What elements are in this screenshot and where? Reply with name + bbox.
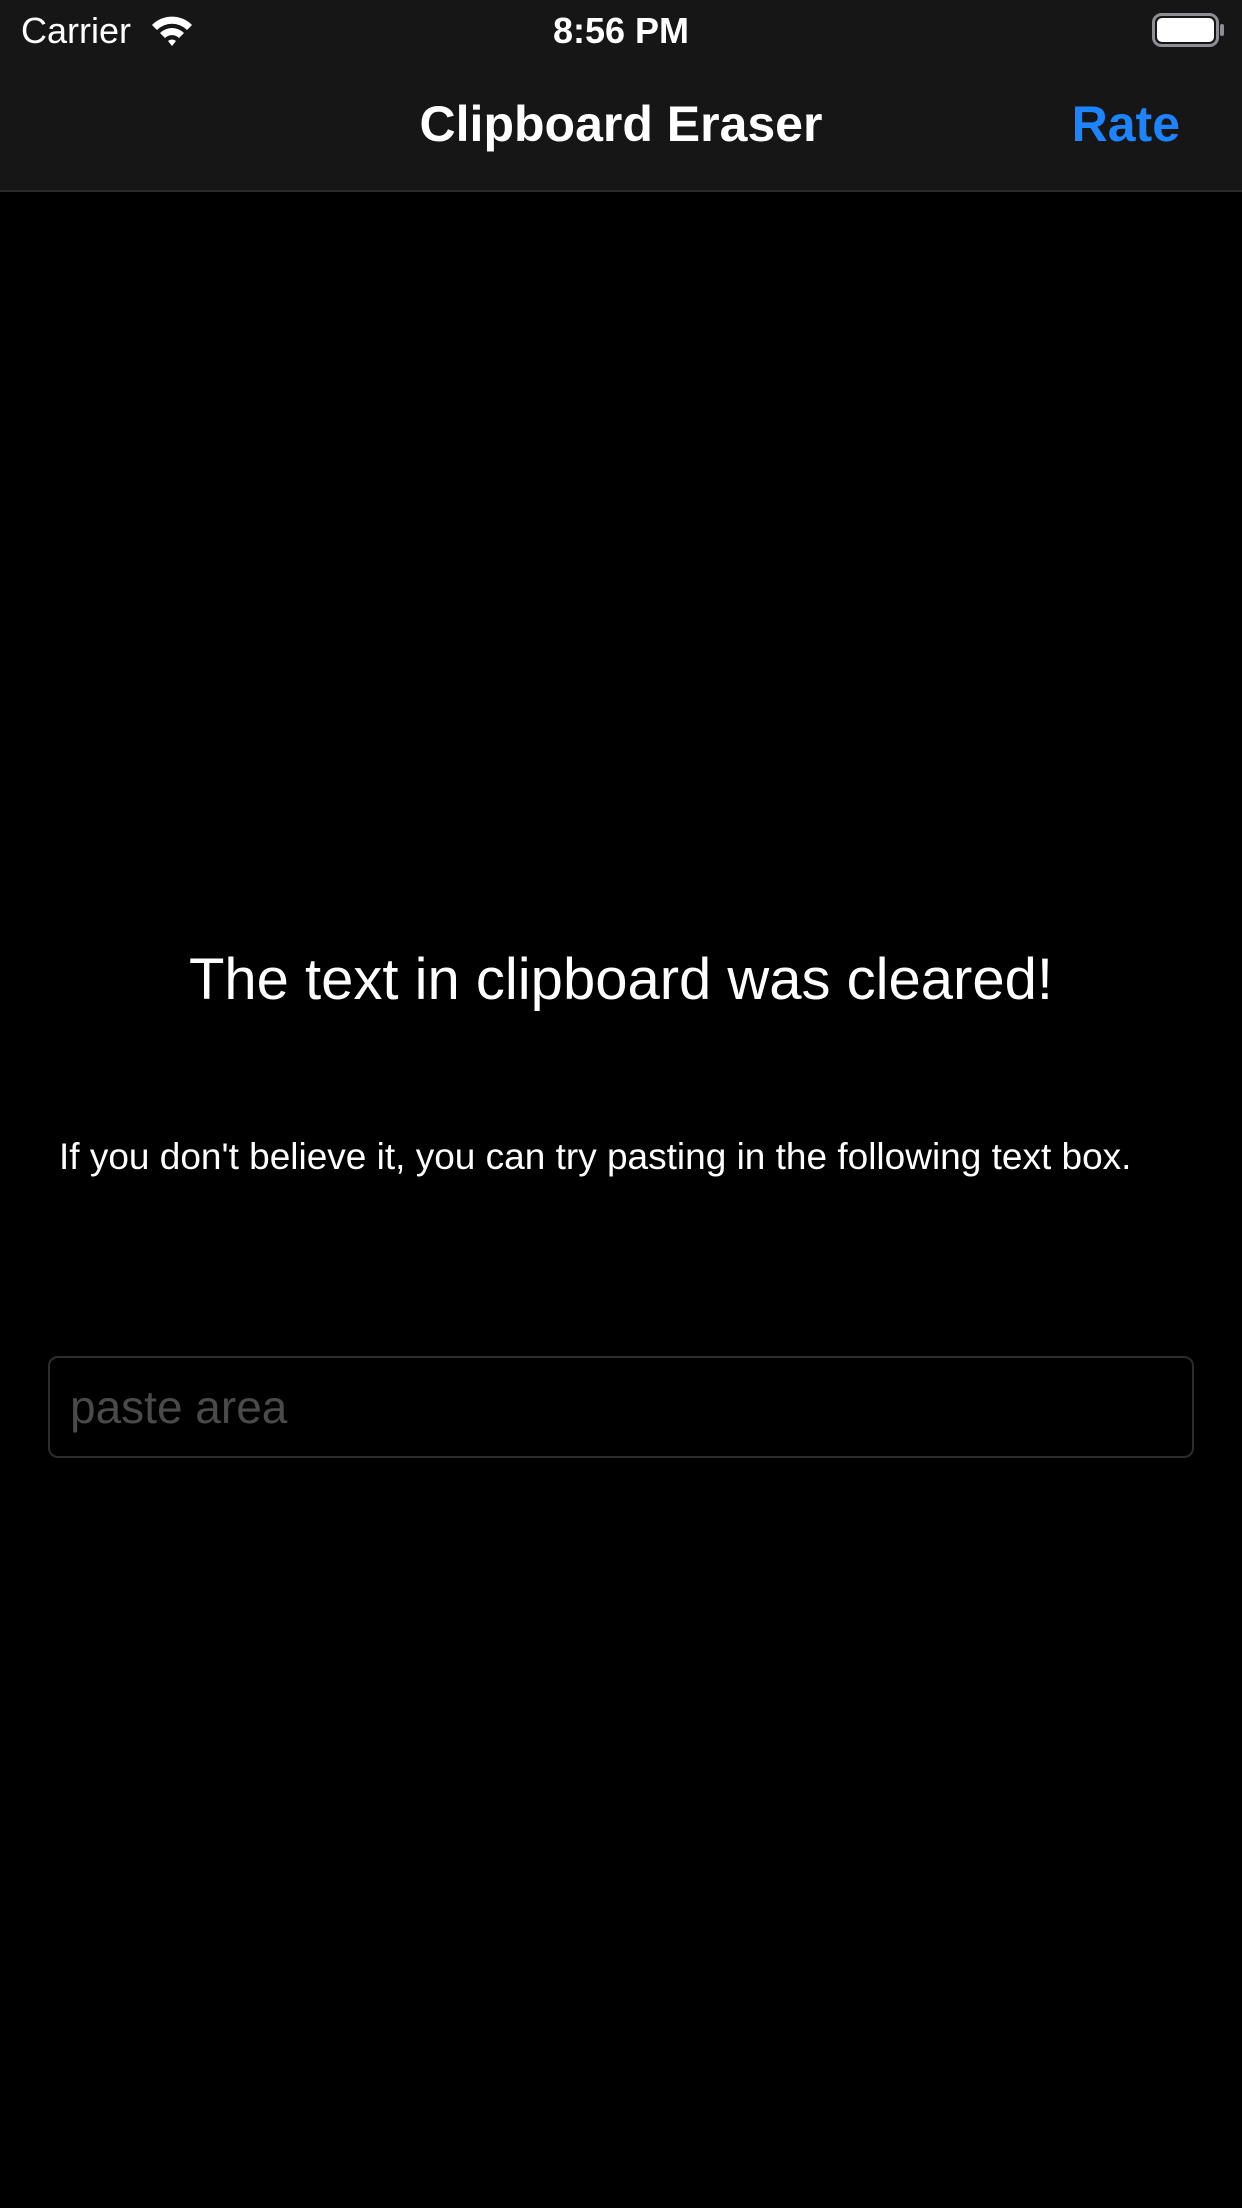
paste-area-input[interactable] <box>48 1356 1194 1458</box>
hint-text: If you don't believe it, you can try pas… <box>59 1136 1132 1177</box>
page-title: Clipboard Eraser <box>419 96 823 152</box>
status-time: 8:56 PM <box>552 10 690 51</box>
battery-icon <box>1152 13 1224 47</box>
rate-button[interactable]: Rate <box>1072 94 1180 154</box>
status-bar: Carrier 8:56 PM <box>0 0 1242 60</box>
cleared-message: The text in clipboard was cleared! <box>189 947 1053 1012</box>
navigation-bar: Clipboard Eraser Rate <box>0 60 1242 192</box>
app-screen: Carrier 8:56 PM Clipboard Eraser Rate Th… <box>0 0 1242 2208</box>
